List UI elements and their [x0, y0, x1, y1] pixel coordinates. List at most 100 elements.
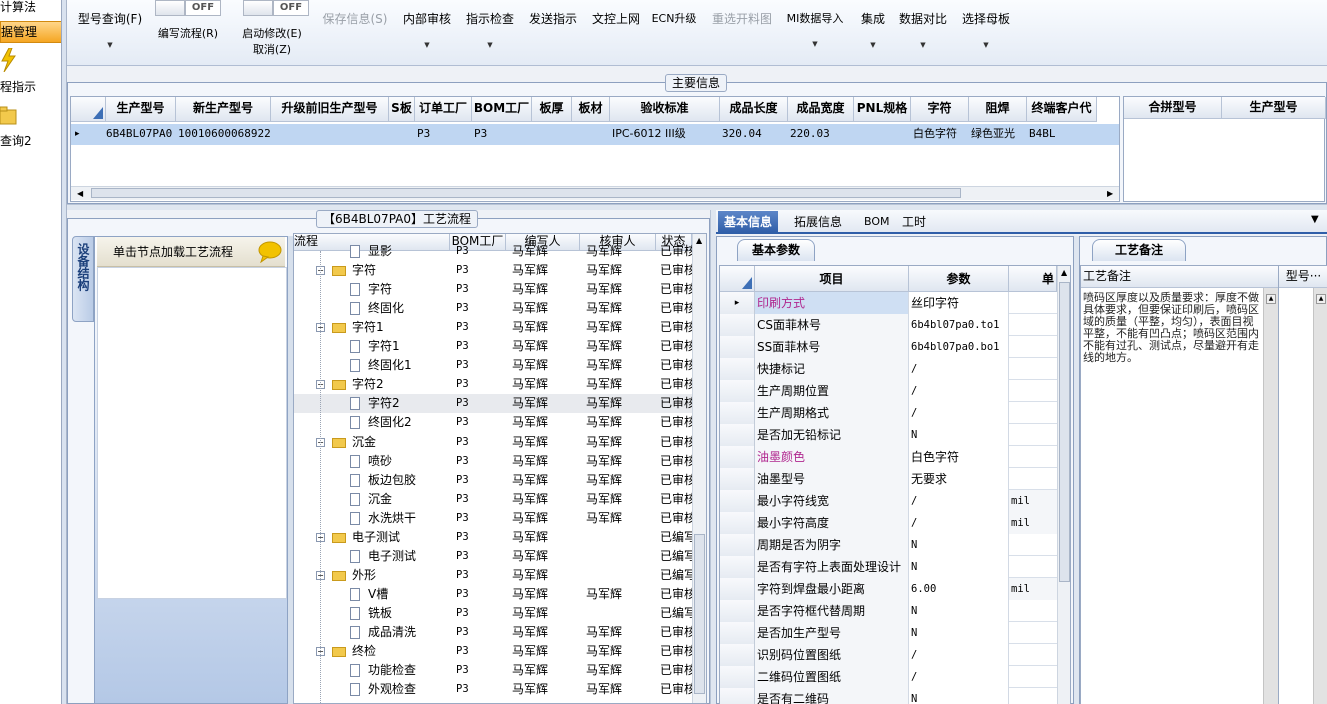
column-header[interactable]: 成品长度: [720, 97, 788, 122]
instruction-check-button[interactable]: 指示检查 ▼: [464, 10, 516, 51]
remark-model-vertical-scrollbar[interactable]: ▲: [1313, 288, 1327, 704]
param-row[interactable]: 生产周期格式 /: [720, 402, 1060, 424]
internal-review-button[interactable]: 内部审核 ▼: [401, 10, 453, 51]
tree-row[interactable]: 终固化1 P3 马军辉 马军辉 已审核: [294, 356, 704, 375]
write-flow-toggle[interactable]: OFF: [155, 0, 221, 16]
param-value[interactable]: 6b4bl07pa0.to1: [909, 314, 1009, 336]
param-value[interactable]: 6b4bl07pa0.bo1: [909, 336, 1009, 358]
tab-bom[interactable]: BOM: [858, 211, 896, 233]
param-row[interactable]: 最小字符高度 / mil: [720, 512, 1060, 534]
column-header[interactable]: 升级前旧生产型号: [271, 97, 389, 122]
tree-row[interactable]: 成品清洗 P3 马军辉 马军辉 已审核: [294, 623, 704, 642]
column-header[interactable]: 字符: [911, 97, 969, 122]
scroll-right-icon[interactable]: ▶: [1107, 189, 1113, 198]
column-header[interactable]: 阻焊: [969, 97, 1027, 122]
param-row[interactable]: 快捷标记 /: [720, 358, 1060, 380]
param-value[interactable]: /: [909, 490, 1009, 512]
param-row[interactable]: SS面菲林号 6b4bl07pa0.bo1: [720, 336, 1060, 358]
column-header[interactable]: 板材: [572, 97, 610, 122]
param-row[interactable]: 是否加无铅标记 N: [720, 424, 1060, 446]
tree-row[interactable]: 字符2 P3 马军辉 马军辉 已审核: [294, 394, 704, 414]
remark-text[interactable]: 喷码区厚度以及质量要求：厚度不做具体要求，但要保证印刷后，喷码区域的质量（平整，…: [1083, 292, 1263, 364]
table-cell[interactable]: IPC-6012 III级: [612, 124, 720, 144]
select-master-board-button[interactable]: 选择母板 ▼: [960, 10, 1012, 51]
remark-vertical-scrollbar[interactable]: ▲: [1263, 288, 1278, 704]
tree-row[interactable]: −终检P3马军辉马军辉已审核: [294, 642, 704, 661]
ecn-upgrade-button[interactable]: ECN升级: [651, 10, 697, 26]
nav-item-algorithm[interactable]: 计算法: [0, 0, 61, 16]
param-value[interactable]: N: [909, 424, 1009, 446]
param-value[interactable]: 白色字符: [909, 446, 1009, 468]
tab-work-hours[interactable]: 工时: [896, 211, 932, 233]
tree-row[interactable]: 显影 P3 马军辉 马军辉 已审核: [294, 242, 704, 261]
table-cell[interactable]: 320.04: [722, 124, 788, 144]
param-value[interactable]: 丝印字符: [909, 292, 1009, 314]
tree-row[interactable]: −沉金P3马军辉马军辉已审核: [294, 433, 704, 452]
column-header[interactable]: 验收标准: [610, 97, 720, 122]
scrollbar-thumb[interactable]: [694, 534, 705, 694]
param-row[interactable]: 是否加生产型号 N: [720, 622, 1060, 644]
process-vertical-scrollbar[interactable]: ▲: [692, 234, 706, 703]
param-row[interactable]: 二维码位置图纸 /: [720, 666, 1060, 688]
param-value[interactable]: /: [909, 666, 1009, 688]
table-cell[interactable]: B4BL: [1029, 124, 1097, 144]
param-row[interactable]: 字符到焊盘最小距离 6.00 mil: [720, 578, 1060, 600]
param-value[interactable]: /: [909, 358, 1009, 380]
nav-item-query2[interactable]: 查询2: [0, 132, 61, 150]
tree-row[interactable]: 电子测试 P3 马军辉 已编写: [294, 547, 704, 566]
scroll-up-icon[interactable]: ▲: [1266, 294, 1276, 304]
column-header[interactable]: 板厚: [532, 97, 572, 122]
scroll-up-icon[interactable]: ▲: [1316, 294, 1326, 304]
param-row[interactable]: 最小字符线宽 / mil: [720, 490, 1060, 512]
param-row[interactable]: 生产周期位置 /: [720, 380, 1060, 402]
tree-row[interactable]: 外观检查 P3 马军辉 马军辉 已审核: [294, 680, 704, 699]
tab-basic-info[interactable]: 基本信息: [718, 211, 779, 233]
nav-item-process-instruction[interactable]: 程指示: [0, 78, 61, 96]
tree-row[interactable]: 喷砂 P3 马军辉 马军辉 已审核: [294, 452, 704, 471]
tree-row[interactable]: −字符1P3马军辉马军辉已审核: [294, 318, 704, 337]
column-header[interactable]: 订单工厂: [415, 97, 472, 122]
tree-row[interactable]: 板边包胶 P3 马军辉 马军辉 已审核: [294, 471, 704, 490]
param-row[interactable]: CS面菲林号 6b4bl07pa0.to1: [720, 314, 1060, 336]
param-row[interactable]: ▸ 印刷方式 丝印字符: [720, 292, 1060, 314]
nav-item-data-management[interactable]: 据管理: [0, 21, 61, 43]
table-cell[interactable]: P3: [417, 124, 472, 144]
column-header[interactable]: 成品宽度: [788, 97, 854, 122]
param-row[interactable]: 是否有字符上表面处理设计 N: [720, 556, 1060, 578]
mi-data-import-button[interactable]: MI数据导入 ▼: [783, 10, 847, 50]
tree-row[interactable]: 字符 P3 马军辉 马军辉 已审核: [294, 280, 704, 299]
table-cell[interactable]: 10010600068922: [178, 124, 271, 144]
column-header[interactable]: 生产型号: [106, 97, 176, 122]
table-cell[interactable]: 绿色亚光: [971, 124, 1027, 144]
scroll-up-icon[interactable]: ▲: [1061, 268, 1067, 277]
data-compare-button[interactable]: 数据对比 ▼: [897, 10, 949, 51]
param-row[interactable]: 油墨型号 无要求: [720, 468, 1060, 490]
param-value[interactable]: /: [909, 380, 1009, 402]
tree-row[interactable]: −字符2P3马军辉马军辉已审核: [294, 375, 704, 394]
param-value[interactable]: /: [909, 512, 1009, 534]
tree-row[interactable]: V槽 P3 马军辉 马军辉 已审核: [294, 585, 704, 604]
param-value[interactable]: /: [909, 644, 1009, 666]
load-process-hint-button[interactable]: 单击节点加载工艺流程: [97, 237, 285, 267]
param-value[interactable]: 6.00: [909, 578, 1009, 600]
tree-row[interactable]: 终固化 P3 马军辉 马军辉 已审核: [294, 299, 704, 318]
table-cell[interactable]: 白色字符: [913, 124, 969, 144]
tree-row[interactable]: 沉金 P3 马军辉 马军辉 已审核: [294, 490, 704, 509]
reselect-cutting-chart-button[interactable]: 重选开料图: [710, 10, 774, 27]
tree-row[interactable]: 功能检查 P3 马军辉 马军辉 已审核: [294, 661, 704, 680]
write-flow-button[interactable]: 编写流程(R): [151, 25, 225, 41]
equipment-tree-area[interactable]: [97, 267, 287, 599]
param-value[interactable]: N: [909, 600, 1009, 622]
param-row[interactable]: 周期是否为阴字 N: [720, 534, 1060, 556]
column-header[interactable]: S板: [389, 97, 415, 122]
scroll-left-icon[interactable]: ◀: [77, 189, 83, 198]
scrollbar-thumb[interactable]: [91, 188, 961, 198]
scroll-up-icon[interactable]: ▲: [696, 236, 702, 245]
table-cell[interactable]: P3: [474, 124, 532, 144]
tree-row[interactable]: 铣板 P3 马军辉 已编写: [294, 604, 704, 623]
param-row[interactable]: 识别码位置图纸 /: [720, 644, 1060, 666]
horizontal-scrollbar[interactable]: ◀ ▶: [71, 186, 1119, 200]
column-header[interactable]: 新生产型号: [176, 97, 271, 122]
param-value[interactable]: N: [909, 556, 1009, 578]
tree-row[interactable]: −字符P3马军辉马军辉已审核: [294, 261, 704, 280]
